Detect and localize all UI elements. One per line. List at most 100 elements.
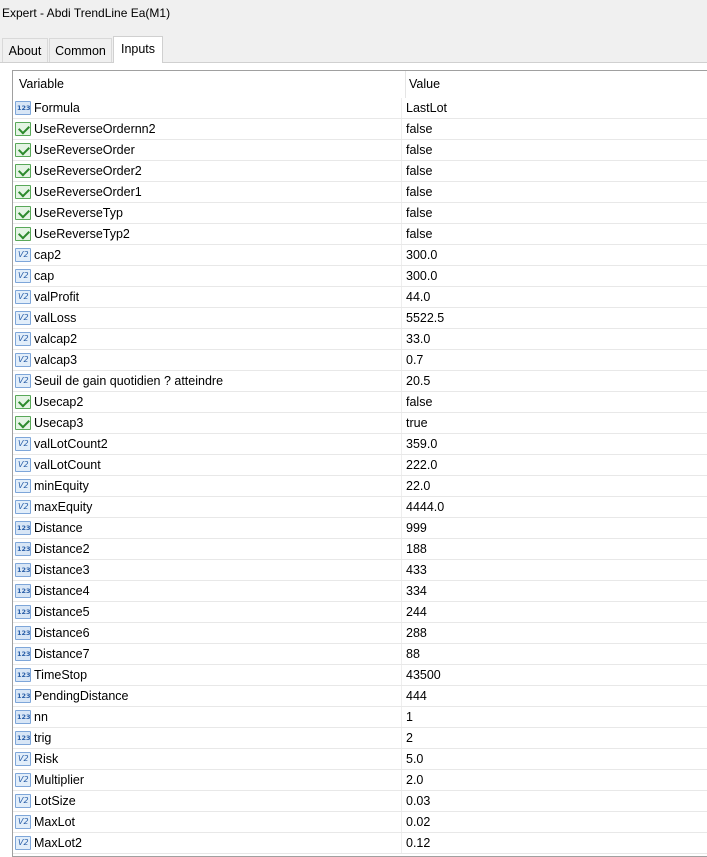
variable-name: valcap3 [34, 353, 78, 367]
table-row[interactable]: nn 1 [13, 707, 707, 728]
table-row[interactable]: Distance3 433 [13, 560, 707, 581]
boolean-type-icon [15, 227, 31, 241]
table-row[interactable]: UseReverseOrder false [13, 140, 707, 161]
variable-value[interactable]: 22.0 [406, 479, 430, 493]
table-row[interactable]: valProfit 44.0 [13, 287, 707, 308]
variable-value[interactable]: 5.0 [406, 752, 423, 766]
table-row[interactable]: PendingDistance 444 [13, 686, 707, 707]
variable-value[interactable]: 999 [406, 521, 427, 535]
tab-common[interactable]: Common [49, 38, 112, 62]
table-row[interactable]: UseReverseTyp2 false [13, 224, 707, 245]
cell-divider [401, 581, 402, 601]
table-row[interactable]: valLotCount 222.0 [13, 455, 707, 476]
variable-value[interactable]: 288 [406, 626, 427, 640]
variable-value[interactable]: 43500 [406, 668, 441, 682]
table-row[interactable]: UseReverseOrder2 false [13, 161, 707, 182]
cell-divider [401, 791, 402, 811]
table-row[interactable]: Usecap2 false [13, 392, 707, 413]
variable-value[interactable]: 5522.5 [406, 311, 444, 325]
variable-value[interactable]: 44.0 [406, 290, 430, 304]
variable-value[interactable]: 2.0 [406, 773, 423, 787]
variable-value[interactable]: 4444.0 [406, 500, 444, 514]
cell-divider [401, 350, 402, 370]
table-row[interactable]: UseReverseTyp false [13, 203, 707, 224]
table-row[interactable]: cap2 300.0 [13, 245, 707, 266]
variable-value[interactable]: LastLot [406, 101, 447, 115]
table-row[interactable]: Usecap3 true [13, 413, 707, 434]
table-row[interactable]: Multiplier 2.0 [13, 770, 707, 791]
table-row[interactable]: MaxLot 0.02 [13, 812, 707, 833]
integer-type-icon [15, 668, 31, 682]
variable-value[interactable]: 359.0 [406, 437, 437, 451]
double-type-icon [15, 752, 31, 766]
variable-value[interactable]: 1 [406, 710, 413, 724]
variable-value[interactable]: false [406, 122, 432, 136]
variable-value[interactable]: 334 [406, 584, 427, 598]
variable-value[interactable]: 188 [406, 542, 427, 556]
table-row[interactable]: Distance2 188 [13, 539, 707, 560]
table-row[interactable]: UseReverseOrder1 false [13, 182, 707, 203]
table-row[interactable]: Formula LastLot [13, 98, 707, 119]
variable-name: valLoss [34, 311, 77, 325]
variable-value[interactable]: 88 [406, 647, 420, 661]
variable-value[interactable]: 433 [406, 563, 427, 577]
double-type-icon [15, 458, 31, 472]
variable-value[interactable]: 2 [406, 731, 413, 745]
table-row[interactable]: Distance5 244 [13, 602, 707, 623]
variable-value[interactable]: false [406, 185, 432, 199]
column-separator[interactable] [405, 71, 406, 98]
column-header-value[interactable]: Value [409, 77, 440, 91]
table-row[interactable]: valcap3 0.7 [13, 350, 707, 371]
table-row[interactable]: valLoss 5522.5 [13, 308, 707, 329]
variable-value[interactable]: 20.5 [406, 374, 430, 388]
table-row[interactable]: LotSize 0.03 [13, 791, 707, 812]
column-header-variable[interactable]: Variable [19, 77, 64, 91]
variable-value[interactable]: 300.0 [406, 248, 437, 262]
variable-name: UseReverseOrder [34, 143, 135, 157]
variable-name: Multiplier [34, 773, 85, 787]
cell-divider [401, 749, 402, 769]
table-row[interactable]: Distance7 88 [13, 644, 707, 665]
tab-about[interactable]: About [2, 38, 48, 62]
cell-divider [401, 245, 402, 265]
variable-value[interactable]: false [406, 395, 432, 409]
variable-value[interactable]: 0.7 [406, 353, 423, 367]
variable-value[interactable]: 0.02 [406, 815, 430, 829]
table-row[interactable]: valcap2 33.0 [13, 329, 707, 350]
variable-name: Distance3 [34, 563, 90, 577]
table-row[interactable]: MaxLot2 0.12 [13, 833, 707, 854]
table-row[interactable]: maxEquity 4444.0 [13, 497, 707, 518]
variable-value[interactable]: false [406, 206, 432, 220]
variable-value[interactable]: 33.0 [406, 332, 430, 346]
variable-value[interactable]: 0.12 [406, 836, 430, 850]
table-row[interactable]: valLotCount2 359.0 [13, 434, 707, 455]
cell-divider [401, 308, 402, 328]
cell-divider [401, 644, 402, 664]
table-row[interactable]: Distance 999 [13, 518, 707, 539]
variable-name: trig [34, 731, 52, 745]
variable-value[interactable]: 0.03 [406, 794, 430, 808]
table-row[interactable]: Seuil de gain quotidien ? atteindre 20.5 [13, 371, 707, 392]
variable-value[interactable]: false [406, 227, 432, 241]
variable-name: MaxLot [34, 815, 75, 829]
table-row[interactable]: Distance6 288 [13, 623, 707, 644]
variable-name: cap [34, 269, 55, 283]
cell-divider [401, 455, 402, 475]
variable-value[interactable]: false [406, 164, 432, 178]
variable-value[interactable]: 244 [406, 605, 427, 619]
table-row[interactable]: minEquity 22.0 [13, 476, 707, 497]
table-row[interactable]: Risk 5.0 [13, 749, 707, 770]
variable-name: Distance5 [34, 605, 90, 619]
table-row[interactable]: trig 2 [13, 728, 707, 749]
tab-inputs[interactable]: Inputs [113, 36, 163, 63]
table-row[interactable]: Distance4 334 [13, 581, 707, 602]
variable-value[interactable]: 222.0 [406, 458, 437, 472]
table-row[interactable]: UseReverseOrdernn2 false [13, 119, 707, 140]
table-row[interactable]: TimeStop 43500 [13, 665, 707, 686]
variable-name: Distance6 [34, 626, 90, 640]
table-row[interactable]: cap 300.0 [13, 266, 707, 287]
variable-value[interactable]: false [406, 143, 432, 157]
variable-value[interactable]: true [406, 416, 428, 430]
variable-value[interactable]: 300.0 [406, 269, 437, 283]
variable-value[interactable]: 444 [406, 689, 427, 703]
